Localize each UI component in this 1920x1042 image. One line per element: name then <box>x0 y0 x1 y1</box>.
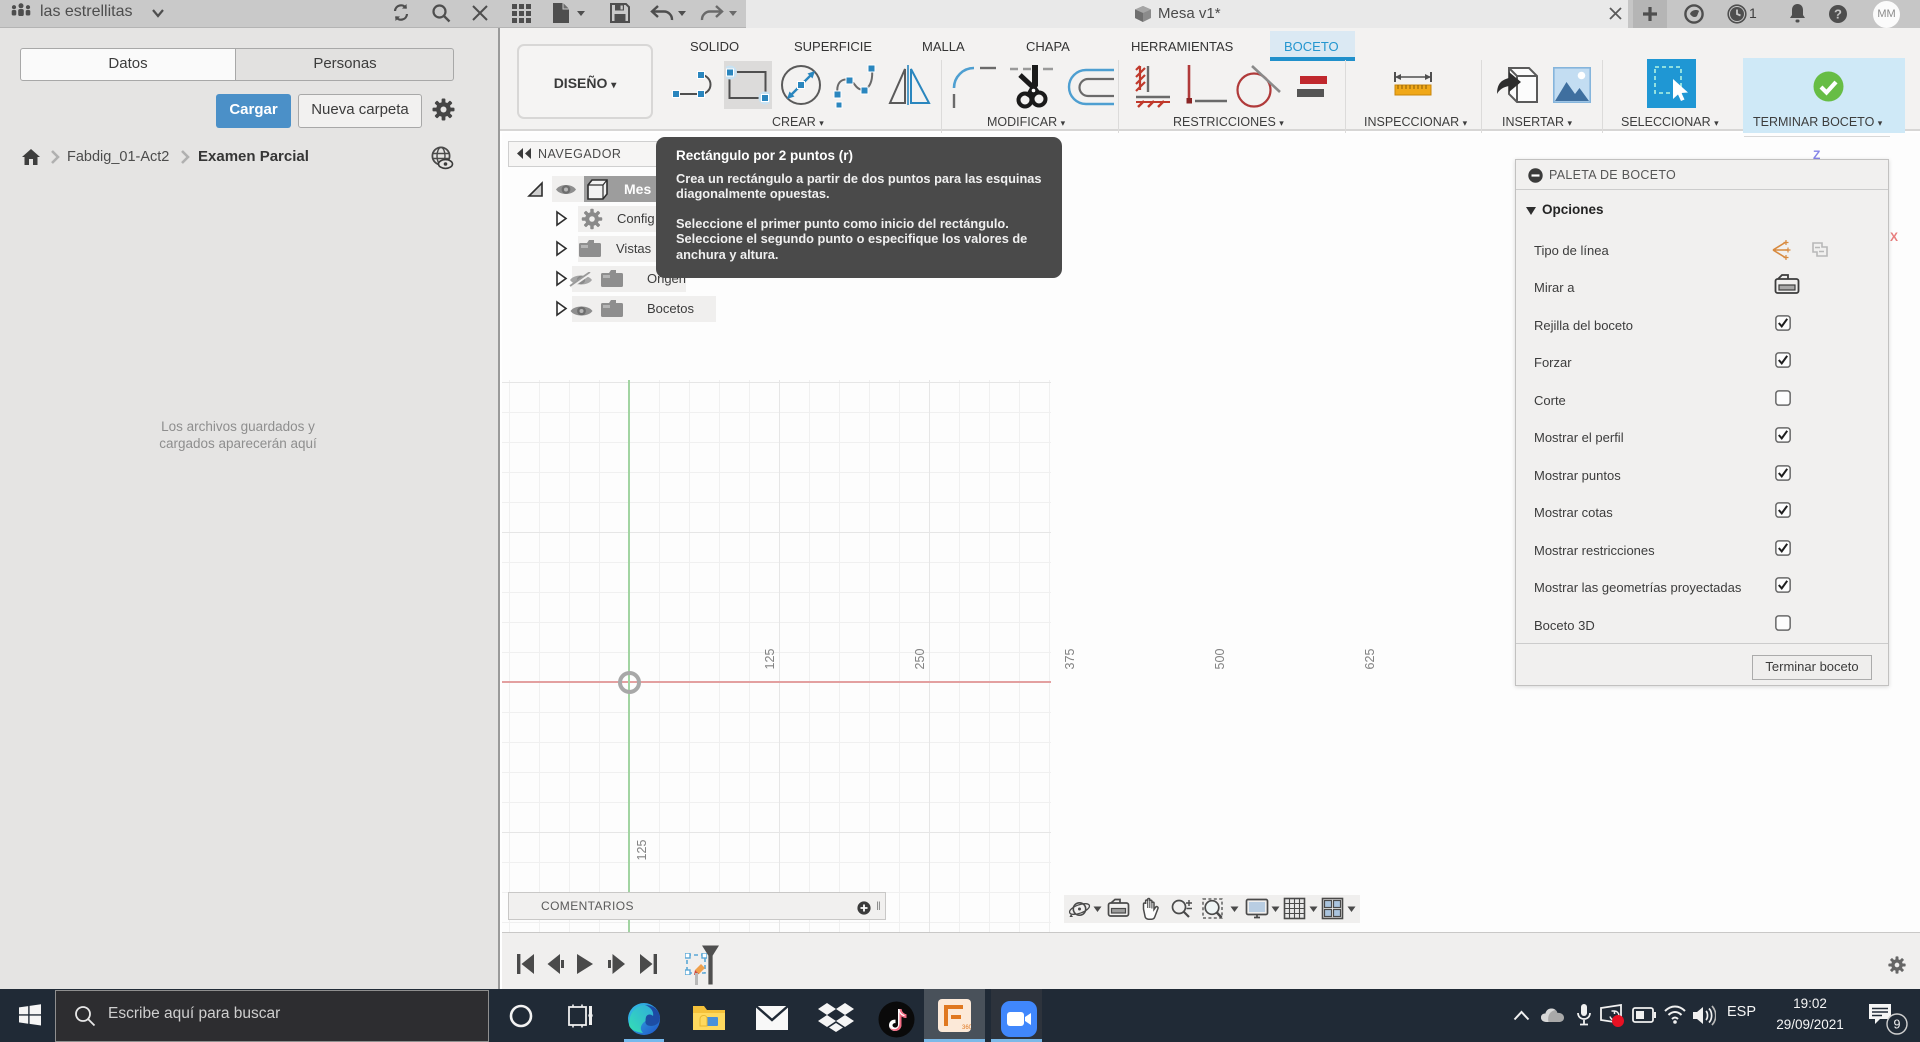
svg-text:9: 9 <box>1894 1018 1901 1032</box>
svg-text:?: ? <box>1834 7 1842 22</box>
svg-text:360: 360 <box>962 1025 971 1031</box>
